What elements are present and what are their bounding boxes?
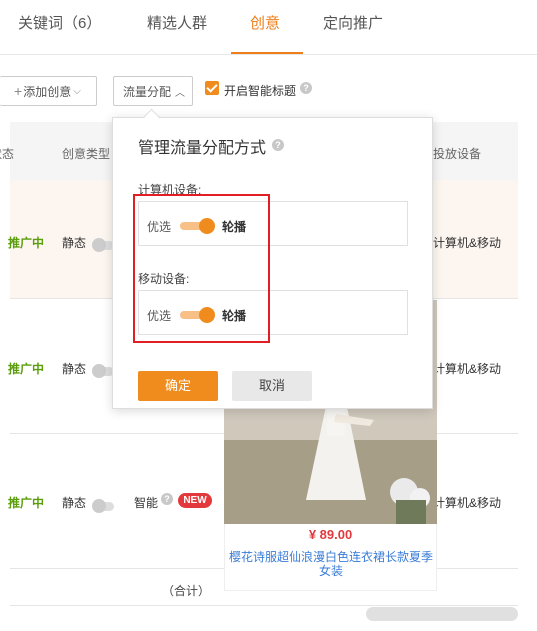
- add-creative-label: 添加创意: [23, 84, 72, 99]
- tab-audience[interactable]: 精选人群: [147, 12, 207, 33]
- help-icon[interactable]: ?: [161, 493, 173, 505]
- tabs-divider: [0, 54, 537, 55]
- row-status: 推广中: [8, 496, 45, 510]
- help-icon[interactable]: ?: [300, 82, 312, 94]
- row-divider: [10, 605, 518, 606]
- smart-title-label: 开启智能标题: [224, 84, 297, 98]
- row-status: 推广中: [8, 236, 45, 250]
- cancel-button[interactable]: 取消: [232, 371, 312, 401]
- add-creative-button[interactable]: + 添加创意 ⌵: [0, 76, 97, 106]
- new-badge: NEW: [178, 493, 212, 508]
- row-toggle[interactable]: [92, 499, 114, 513]
- row-type: 静态: [62, 496, 87, 510]
- confirm-button[interactable]: 确定: [138, 371, 218, 401]
- total-label: （合计）: [162, 584, 211, 598]
- plus-icon: +: [14, 83, 23, 99]
- smart-title-checkbox[interactable]: [205, 81, 219, 95]
- chevron-up-icon: ︿: [175, 87, 186, 99]
- row-toggle[interactable]: [92, 238, 114, 252]
- row-device: 计算机&移动: [433, 236, 502, 250]
- chevron-down-icon: ⌵: [73, 85, 81, 97]
- row-smart-label: 智能: [134, 496, 159, 510]
- popover-title: 管理流量分配方式: [138, 140, 267, 157]
- highlight-annotation-box: [133, 194, 270, 343]
- horizontal-scrollbar[interactable]: [366, 607, 518, 621]
- tab-targeting[interactable]: 定向推广: [323, 12, 383, 33]
- header-status: 状态: [0, 147, 15, 161]
- row-type: 静态: [62, 236, 87, 250]
- row-device: 计算机&移动: [433, 496, 502, 510]
- row-device: 计算机&移动: [433, 362, 502, 376]
- tab-keywords[interactable]: 关键词（6）: [18, 12, 101, 33]
- tab-creative[interactable]: 创意: [250, 12, 280, 33]
- row-status: 推广中: [8, 362, 45, 376]
- traffic-distribution-label: 流量分配: [123, 84, 172, 99]
- row-type: 静态: [62, 362, 87, 376]
- help-icon[interactable]: ?: [272, 139, 284, 151]
- row-toggle[interactable]: [92, 364, 114, 378]
- header-device: 投放设备: [433, 147, 482, 161]
- product-title-link[interactable]: 樱花诗服超仙浪漫白色连衣裙长款夏季女装: [227, 550, 435, 578]
- header-creative-type: 创意类型: [62, 147, 111, 161]
- traffic-distribution-button[interactable]: 流量分配 ︿: [113, 76, 193, 106]
- product-price: ¥ 89.00: [308, 527, 353, 542]
